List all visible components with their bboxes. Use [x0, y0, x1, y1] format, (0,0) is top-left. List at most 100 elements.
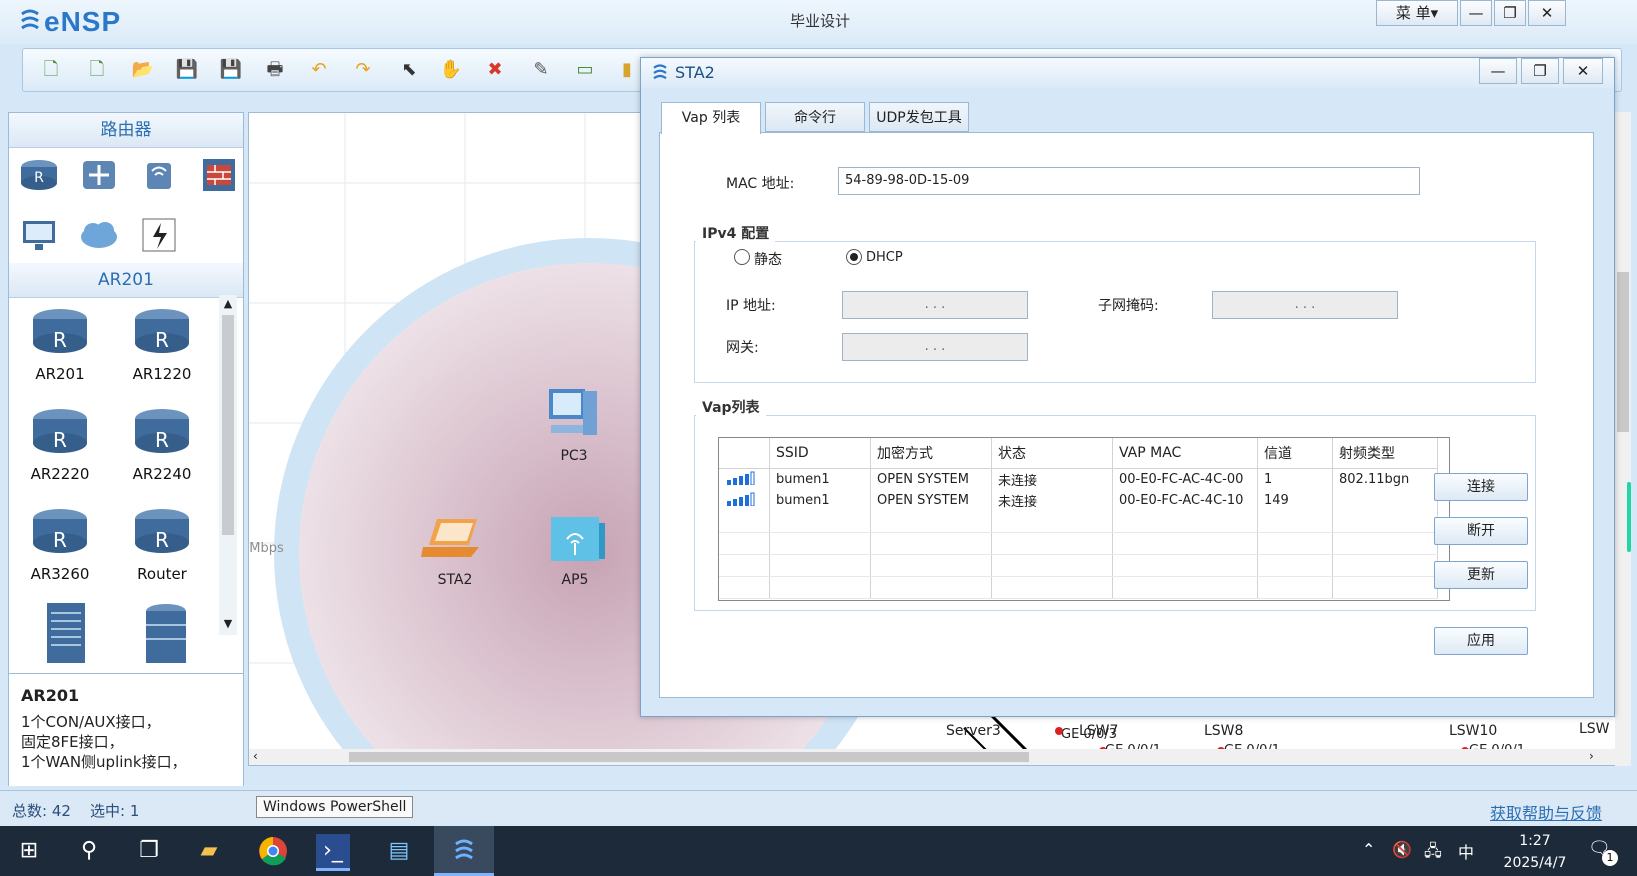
signal-strength-icon: [719, 490, 770, 511]
windows-start-icon[interactable]: ⊞: [12, 834, 46, 868]
text-note-icon[interactable]: ▭: [571, 57, 599, 83]
device-item-ar1220[interactable]: R AR1220: [117, 307, 207, 383]
router-category-icon[interactable]: R: [17, 153, 61, 197]
switch-category-icon[interactable]: [77, 153, 121, 197]
device-label: Router: [137, 565, 187, 583]
svg-text:R: R: [155, 428, 169, 452]
open-folder-icon[interactable]: 📂: [129, 57, 157, 83]
table-row-empty: [719, 511, 1438, 533]
dialog-minimize-button[interactable]: —: [1479, 58, 1517, 84]
connect-button[interactable]: 连接: [1434, 473, 1528, 501]
apply-button[interactable]: 应用: [1434, 627, 1528, 655]
redo-icon[interactable]: ↷: [349, 57, 377, 83]
firewall-category-icon[interactable]: [197, 153, 241, 197]
refresh-button[interactable]: 更新: [1434, 561, 1528, 589]
radio-static[interactable]: [734, 249, 750, 265]
ensp-taskbar-button[interactable]: [434, 826, 494, 876]
disconnect-button[interactable]: 断开: [1434, 517, 1528, 545]
device-label: AR201: [35, 365, 85, 383]
laptop-icon[interactable]: [421, 515, 491, 565]
minimize-button[interactable]: —: [1460, 0, 1492, 26]
save-icon[interactable]: 💾: [173, 57, 201, 83]
radio-dhcp[interactable]: [846, 249, 862, 265]
canvas-hscrollbar[interactable]: ‹ ›: [249, 749, 1622, 765]
file-explorer-icon[interactable]: ▰: [192, 834, 226, 868]
mac-field[interactable]: 54-89-98-0D-15-09: [838, 167, 1420, 195]
new-example-icon[interactable]: 🗋: [83, 57, 111, 83]
core-router-icon[interactable]: [143, 603, 189, 663]
device-label: AR2220: [30, 465, 90, 483]
device-item-ar3260[interactable]: R AR3260: [15, 507, 105, 583]
menu-button[interactable]: 菜 单▾: [1376, 0, 1458, 26]
column-header: 射频类型: [1332, 438, 1438, 469]
close-button[interactable]: ✕: [1528, 0, 1566, 26]
table-row[interactable]: bumen1 OPEN SYSTEM 未连接 00-E0-FC-AC-4C-00…: [719, 468, 1438, 490]
radio-dhcp-label: DHCP: [866, 250, 903, 265]
help-feedback-link[interactable]: 获取帮助与反馈: [1490, 800, 1602, 824]
device-item-ar2240[interactable]: R AR2240: [117, 407, 207, 483]
search-icon[interactable]: ⚲: [72, 834, 106, 868]
tab-udp-tool[interactable]: UDP发包工具: [869, 102, 969, 132]
table-row[interactable]: bumen1 OPEN SYSTEM 未连接 00-E0-FC-AC-4C-10…: [719, 490, 1438, 511]
port-label: GE 0/0/3: [1061, 727, 1117, 742]
maximize-button[interactable]: ❐: [1494, 0, 1526, 26]
scroll-thumb[interactable]: [222, 315, 234, 535]
router-icon: R: [135, 509, 189, 553]
router-icon: R: [135, 409, 189, 453]
hscroll-thumb[interactable]: [349, 752, 1029, 762]
delete-icon[interactable]: ✖: [481, 57, 509, 83]
save-as-icon[interactable]: 💾: [217, 57, 245, 83]
app-window-icon[interactable]: ▤: [382, 834, 416, 868]
vap-table: SSID 加密方式 状态 VAP MAC 信道 射频类型 bumen1 OPEN…: [719, 438, 1438, 599]
device-list-scrollbar[interactable]: ▲ ▼: [219, 295, 237, 635]
column-header: 信道: [1257, 438, 1333, 469]
tab-command-line[interactable]: 命令行: [765, 102, 865, 132]
terminal-category-icon[interactable]: [17, 213, 61, 257]
wireless-category-icon[interactable]: [137, 153, 181, 197]
select-pointer-icon[interactable]: ⬉: [395, 57, 423, 83]
task-view-icon[interactable]: ❐: [132, 834, 166, 868]
network-icon[interactable]: 🖧: [1424, 840, 1442, 867]
router-icon: R: [33, 409, 87, 453]
vscroll-thumb[interactable]: [1617, 272, 1629, 432]
dialog-maximize-button[interactable]: ❐: [1521, 58, 1559, 84]
chrome-icon[interactable]: [258, 836, 288, 866]
mask-field[interactable]: . . .: [1212, 291, 1398, 319]
print-icon[interactable]: 🖶: [261, 57, 289, 83]
clock[interactable]: 1:27 2025/4/7: [1500, 830, 1570, 874]
port-status-dot: [1055, 727, 1063, 735]
scroll-left-icon[interactable]: ‹: [253, 749, 258, 763]
device-item-ar201[interactable]: R AR201: [15, 307, 105, 383]
chassis-router-icon[interactable]: [43, 603, 89, 663]
scroll-right-icon[interactable]: ›: [1589, 749, 1594, 763]
undo-icon[interactable]: ↶: [305, 57, 333, 83]
gateway-field[interactable]: . . .: [842, 333, 1028, 361]
selected-count: 选中: 1: [90, 802, 140, 820]
router-icon: R: [33, 309, 87, 353]
pan-hand-icon[interactable]: ✋: [437, 57, 465, 83]
scroll-down-icon[interactable]: ▼: [221, 617, 235, 630]
notification-badge: 1: [1602, 850, 1618, 866]
ip-field[interactable]: . . .: [842, 291, 1028, 319]
canvas-vscrollbar[interactable]: [1615, 112, 1631, 766]
device-panel: 路由器 R AR201 R AR201 R AR1220 R AR2220 R …: [8, 112, 244, 786]
tab-vap-list[interactable]: Vap 列表: [661, 102, 761, 134]
ime-indicator[interactable]: 中: [1458, 839, 1474, 863]
radio-type-cell: [1332, 490, 1438, 511]
cloud-category-icon[interactable]: [77, 213, 121, 257]
delete-link-icon[interactable]: ✎: [527, 57, 555, 83]
powershell-icon[interactable]: ›_: [316, 834, 350, 871]
device-item-router[interactable]: R Router: [117, 507, 207, 583]
chevron-up-icon[interactable]: ⌃: [1362, 840, 1375, 859]
scroll-up-icon[interactable]: ▲: [221, 297, 235, 310]
pc-icon[interactable]: [543, 385, 605, 445]
device-item-ar2220[interactable]: R AR2220: [15, 407, 105, 483]
description-text: 1个CON/AUX接口， 固定8FE接口， 1个WAN侧uplink接口，: [21, 712, 187, 772]
connection-category-icon[interactable]: [137, 213, 181, 257]
new-topology-icon[interactable]: 🗋: [37, 57, 65, 83]
palette-icon[interactable]: ▮: [613, 57, 641, 83]
dialog-close-button[interactable]: ✕: [1563, 58, 1603, 84]
volume-muted-icon[interactable]: 🔇: [1392, 840, 1412, 859]
access-point-icon[interactable]: [547, 513, 607, 569]
description-line: 1个WAN侧uplink接口，: [21, 753, 187, 771]
